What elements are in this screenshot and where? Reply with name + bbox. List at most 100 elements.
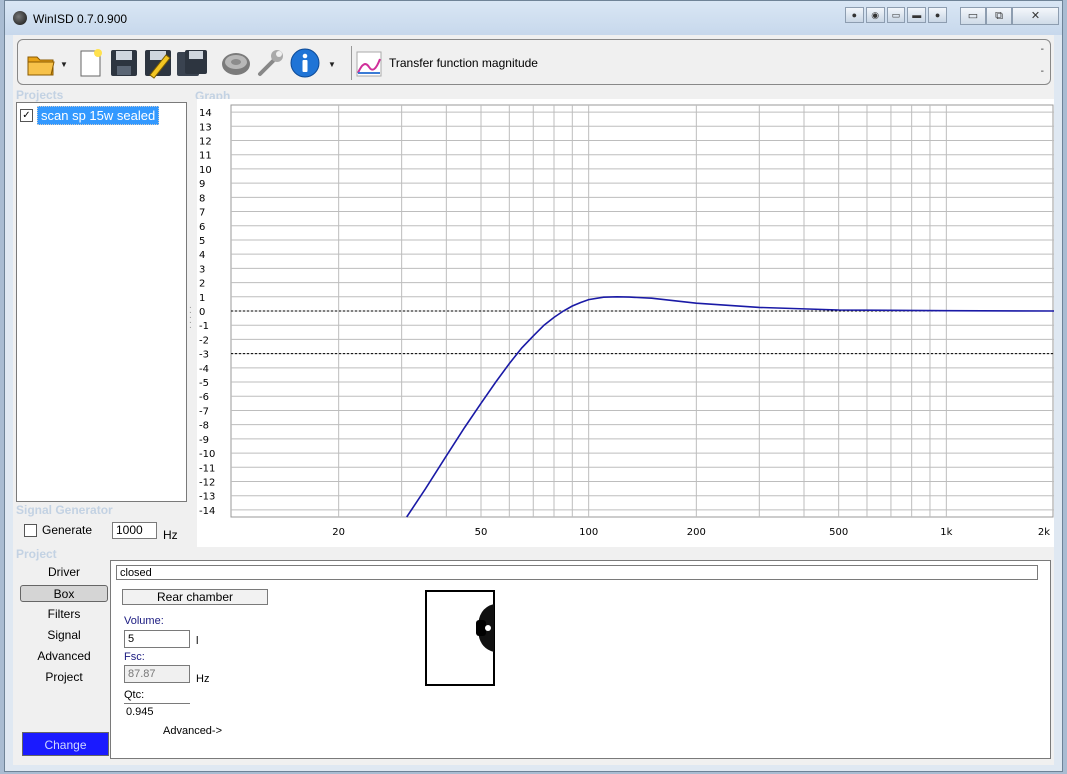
y-tick-label: -13 [199, 492, 215, 503]
title-tool-window-icon[interactable]: ▭ [886, 7, 906, 23]
y-tick-label: 6 [199, 222, 205, 233]
title-bar: WinISD 0.7.0.900 ● ◉ ▭ ▬ ● ▭ ⧉ ✕ [5, 1, 1062, 35]
save-all-icon[interactable] [176, 47, 208, 79]
fsc-unit: Hz [196, 673, 210, 685]
y-tick-label: -14 [199, 506, 215, 517]
y-tick-label: -3 [199, 350, 209, 361]
nav-box[interactable]: Box [20, 585, 108, 602]
window-title: WinISD 0.7.0.900 [33, 12, 128, 26]
volume-unit: l [196, 635, 199, 647]
y-tick-label: -10 [199, 449, 215, 460]
nav-driver[interactable]: Driver [20, 564, 108, 581]
y-tick-label: -11 [199, 463, 215, 474]
y-tick-label: 2 [199, 279, 205, 290]
project-item[interactable]: ✓ scan sp 15w sealed [20, 106, 160, 125]
y-tick-label: 13 [199, 122, 212, 133]
y-tick-label: -8 [199, 421, 209, 432]
y-tick-label: 1 [199, 293, 205, 304]
title-tool-bar-icon[interactable]: ▬ [907, 7, 927, 23]
projects-list[interactable]: ✓ scan sp 15w sealed [16, 102, 187, 502]
restore-button[interactable]: ⧉ [986, 7, 1012, 25]
title-tool-record-icon[interactable]: ● [845, 7, 864, 23]
nav-signal[interactable]: Signal [20, 627, 108, 644]
qtc-label: Qtc: [124, 689, 145, 701]
client-area: ▼ ▼ Transfer function magnitude - - Proj… [13, 35, 1055, 765]
wrench-icon[interactable] [255, 47, 287, 79]
open-dropdown-icon[interactable]: ▼ [60, 60, 68, 69]
transfer-function-chart[interactable]: 14131211109876543210-1-2-3-4-5-6-7-8-9-1… [197, 99, 1055, 547]
title-tool-view-icon[interactable]: ◉ [865, 7, 885, 23]
info-dropdown-icon[interactable]: ▼ [328, 60, 336, 69]
project-label[interactable]: scan sp 15w sealed [37, 106, 160, 125]
save-as-icon[interactable] [142, 47, 174, 79]
x-tick-label: 1k [940, 527, 952, 538]
box-panel: closed Rear chamber Volume: 5 l Fsc: 87.… [110, 560, 1051, 759]
graph-icon[interactable] [354, 49, 384, 79]
y-tick-label: -4 [199, 364, 209, 375]
x-tick-label: 200 [687, 527, 706, 538]
graph-area[interactable]: 14 13 12 11 10 9 8 7 6 5 4 3 2 1 0 -1 -2 -3 -4 -5 -6 -7 -8 -9 -1… [197, 99, 1055, 547]
save-icon[interactable] [108, 47, 140, 79]
x-tick-label: 2k [1038, 527, 1050, 538]
volume-input[interactable]: 5 [124, 630, 190, 648]
qtc-field[interactable]: 0.945 [124, 703, 190, 719]
y-tick-label: 3 [199, 264, 205, 275]
splitter-grip-icon[interactable]: ..... [189, 301, 193, 333]
box-type-field[interactable]: closed [116, 565, 1038, 580]
x-tick-label: 500 [829, 527, 848, 538]
volume-label: Volume: [124, 615, 164, 627]
info-icon[interactable] [289, 47, 321, 79]
app-window: WinISD 0.7.0.900 ● ◉ ▭ ▬ ● ▭ ⧉ ✕ ▼ ▼ Tra… [4, 0, 1063, 772]
rear-chamber-button[interactable]: Rear chamber [122, 589, 268, 605]
generate-checkbox[interactable] [24, 523, 37, 537]
y-tick-label: -6 [199, 392, 209, 403]
nav-project[interactable]: Project [20, 669, 108, 686]
change-button[interactable]: Change [22, 732, 109, 756]
fsc-field: 87.87 [124, 665, 190, 683]
y-tick-label: -1 [199, 321, 209, 332]
y-tick-label: 12 [199, 137, 212, 148]
nav-filters[interactable]: Filters [20, 606, 108, 623]
new-document-icon[interactable] [74, 47, 106, 79]
x-tick-label: 50 [475, 527, 488, 538]
minimize-button[interactable]: ▭ [960, 7, 986, 25]
nav-advanced[interactable]: Advanced [20, 648, 108, 665]
x-tick-label: 100 [579, 527, 598, 538]
y-tick-label: 9 [199, 179, 205, 190]
driver-icon[interactable] [220, 47, 252, 79]
toolbar-overflow-top[interactable]: - [1041, 44, 1044, 55]
project-heading: Project [16, 547, 57, 561]
project-checkbox[interactable]: ✓ [20, 109, 33, 122]
y-tick-label: 7 [199, 208, 205, 219]
frequency-unit: Hz [163, 528, 178, 542]
y-tick-label: 0 [199, 307, 205, 318]
y-tick-label: 8 [199, 193, 205, 204]
y-tick-label: 14 [199, 108, 212, 119]
advanced-link[interactable]: Advanced-> [163, 725, 222, 737]
y-tick-label: 10 [199, 165, 212, 176]
y-tick-label: -7 [199, 406, 209, 417]
y-tick-label: -5 [199, 378, 209, 389]
graph-selector[interactable]: Transfer function magnitude [389, 56, 538, 70]
toolbar-overflow-bottom[interactable]: - [1041, 66, 1044, 77]
y-tick-label: -9 [199, 435, 209, 446]
open-folder-icon[interactable] [25, 47, 57, 79]
toolbar-separator [351, 46, 352, 80]
toolbar: ▼ ▼ Transfer function magnitude - - [17, 39, 1051, 85]
projects-heading: Projects [16, 88, 64, 102]
signal-generator-heading: Signal Generator [16, 503, 113, 517]
y-tick-label: -2 [199, 335, 209, 346]
y-tick-label: 4 [199, 250, 205, 261]
title-tool-group: ● ◉ ▭ ▬ ● [845, 7, 947, 23]
generate-toggle[interactable]: Generate [24, 523, 92, 537]
y-tick-label: 11 [199, 151, 212, 162]
box-diagram-icon [425, 590, 495, 686]
close-button[interactable]: ✕ [1012, 7, 1059, 25]
app-speaker-icon [13, 11, 27, 25]
title-tool-camera-icon[interactable]: ● [928, 7, 947, 23]
frequency-input[interactable]: 1000 [112, 522, 157, 539]
x-tick-label: 20 [332, 527, 345, 538]
fsc-label: Fsc: [124, 651, 145, 663]
generate-label: Generate [42, 523, 93, 537]
y-tick-label: 5 [199, 236, 205, 247]
